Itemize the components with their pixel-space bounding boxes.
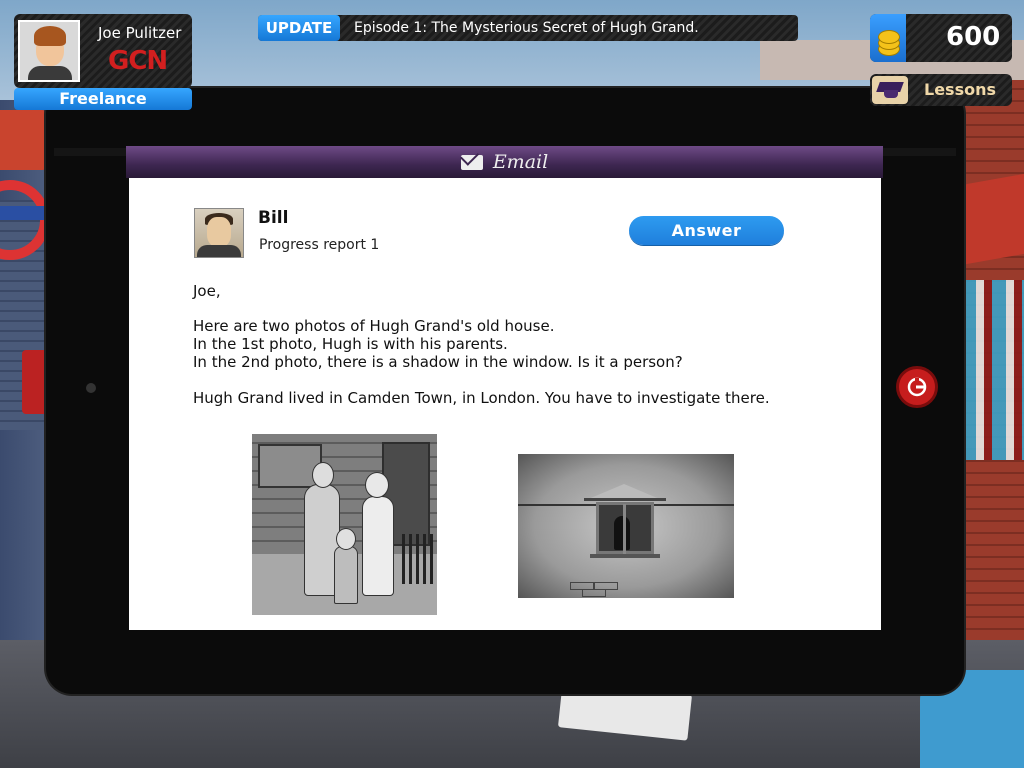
gcn-logo: GCN (108, 46, 168, 76)
update-tag: UPDATE (258, 15, 340, 41)
update-text: Episode 1: The Mysterious Secret of Hugh… (354, 20, 699, 36)
envelope-icon (460, 154, 483, 170)
coin-stack-icon (870, 14, 906, 62)
email-window-title: Email (492, 151, 549, 173)
player-avatar (18, 20, 80, 82)
graduation-cap-icon (872, 76, 908, 104)
exit-icon (907, 377, 927, 397)
email-subject: Progress report 1 (259, 237, 380, 253)
message-line: In the 2nd photo, there is a shadow in t… (193, 353, 683, 371)
answer-button[interactable]: Answer (629, 216, 784, 245)
exit-button[interactable] (896, 366, 938, 408)
lessons-label: Lessons (924, 80, 996, 99)
message-line: Hugh Grand lived in Camden Town, in Lond… (193, 389, 770, 407)
family-photo[interactable] (252, 434, 437, 615)
message-line: In the 1st photo, Hugh is with his paren… (193, 335, 508, 353)
sender-avatar (194, 208, 244, 258)
message-line: Joe, (193, 282, 221, 300)
window-shadow-photo[interactable] (518, 454, 734, 598)
player-name: Joe Pulitzer (98, 24, 182, 42)
email-window-header: Email (126, 146, 883, 178)
sender-name: Bill (258, 208, 289, 228)
tablet-camera (86, 383, 96, 393)
coin-count: 600 (946, 22, 1001, 52)
rank-badge: Freelance (14, 88, 192, 110)
message-line: Here are two photos of Hugh Grand's old … (193, 317, 555, 335)
